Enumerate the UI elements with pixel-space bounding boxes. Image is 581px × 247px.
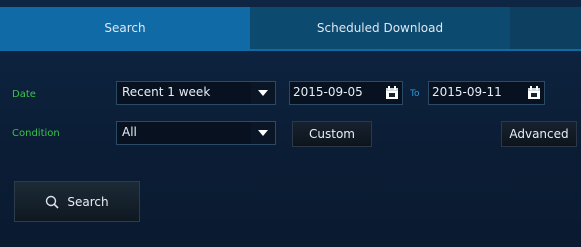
search-button-label: Search [67, 194, 109, 209]
condition-label: Condition [12, 128, 60, 139]
tab-underline [0, 49, 581, 51]
tab-bar: Search Scheduled Download [0, 7, 581, 49]
advanced-button[interactable]: Advanced [501, 121, 577, 147]
tab-search-label: Search [104, 21, 146, 35]
tab-scheduled-label: Scheduled Download [316, 21, 444, 35]
custom-button[interactable]: Custom [292, 121, 372, 147]
end-date-field[interactable]: 2015-09-11 [428, 81, 545, 105]
tab-search[interactable]: Search [0, 7, 250, 49]
end-date-value: 2015-09-11 [432, 85, 502, 99]
chevron-down-icon [251, 82, 275, 104]
chevron-down-icon [251, 122, 275, 144]
start-date-value: 2015-09-05 [293, 85, 363, 99]
calendar-icon[interactable] [385, 86, 399, 100]
custom-button-label: Custom [309, 127, 355, 141]
start-date-field[interactable]: 2015-09-05 [289, 81, 403, 105]
search-button[interactable]: Search [14, 181, 140, 222]
tab-bar-filler [510, 7, 581, 49]
date-range-select[interactable]: Recent 1 week [116, 81, 276, 105]
condition-select[interactable]: All [116, 121, 276, 145]
search-icon [46, 195, 59, 209]
date-range-value: Recent 1 week [122, 85, 211, 99]
search-panel: Search Scheduled Download Date Recent 1 … [0, 0, 581, 247]
to-label: To [410, 89, 420, 99]
tab-scheduled-download[interactable]: Scheduled Download [250, 7, 510, 49]
date-label: Date [12, 89, 36, 100]
calendar-icon[interactable] [527, 86, 541, 100]
advanced-button-label: Advanced [509, 127, 569, 141]
condition-value: All [122, 125, 137, 139]
